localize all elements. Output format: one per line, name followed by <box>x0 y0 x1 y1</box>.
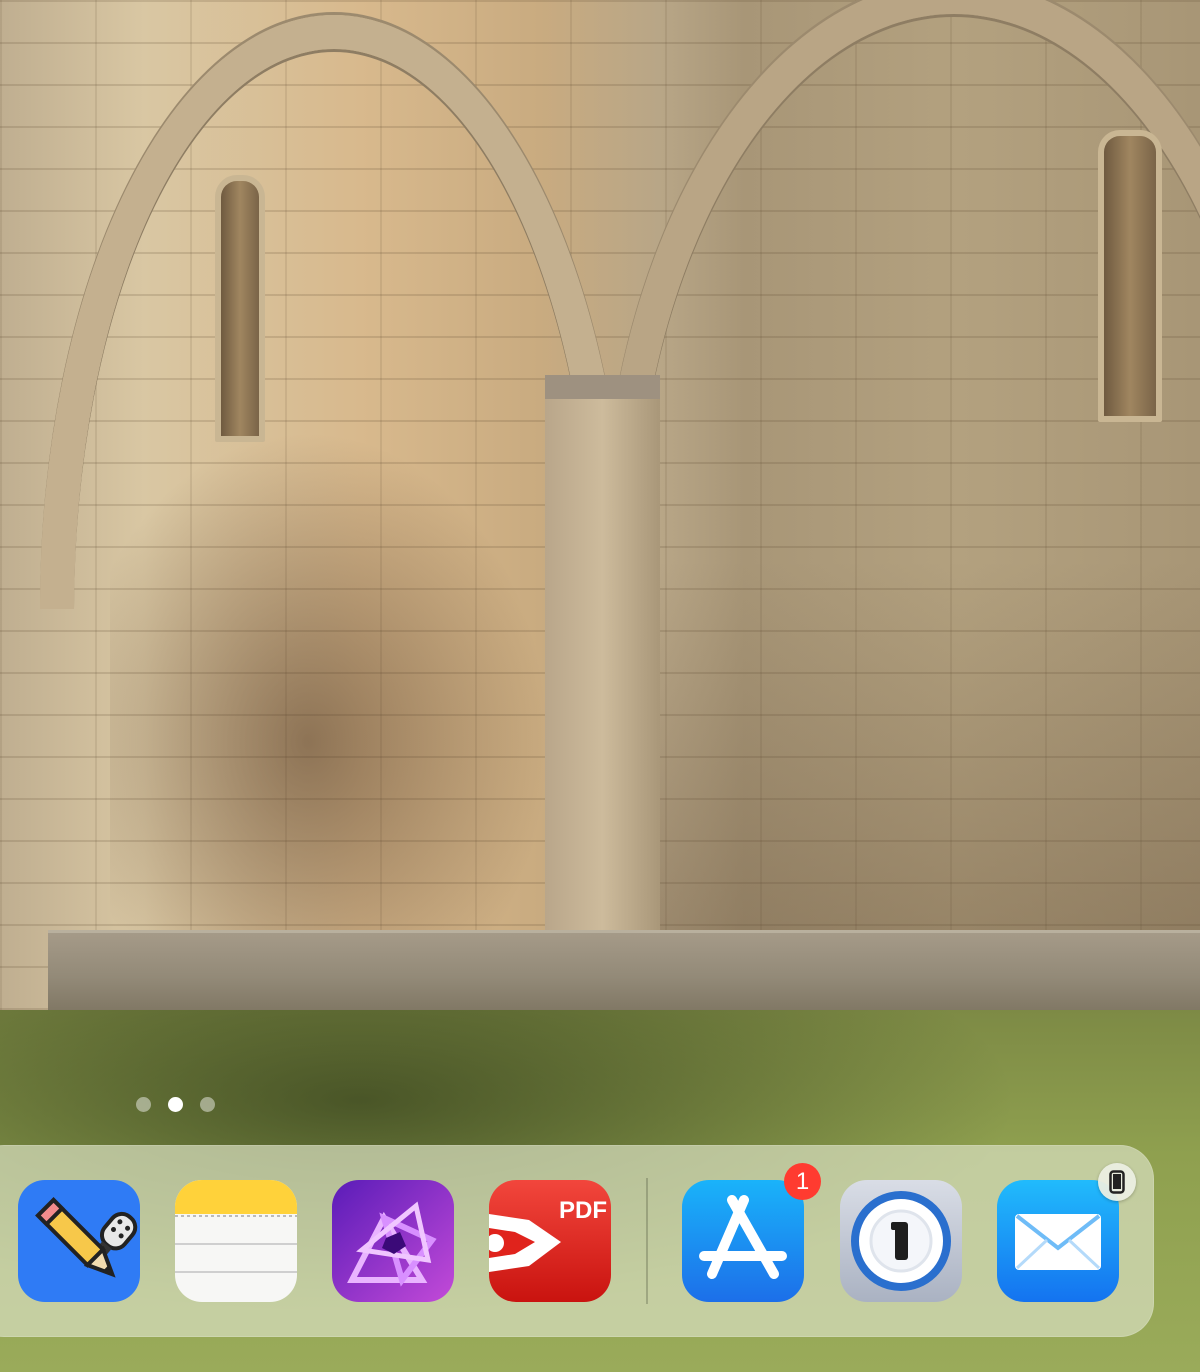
notability-icon <box>18 1180 140 1302</box>
app-store-icon <box>682 1180 804 1302</box>
page-dot-3[interactable] <box>200 1097 215 1112</box>
pdf-expert-label: PDF <box>559 1197 607 1224</box>
wallpaper-pilaster <box>545 375 660 935</box>
mail-app-icon[interactable] <box>997 1180 1119 1302</box>
pdf-expert-app-icon[interactable]: PDF <box>489 1180 611 1302</box>
notes-app-icon[interactable] <box>175 1180 297 1302</box>
notes-icon <box>175 1180 297 1302</box>
page-dot-2-active[interactable] <box>168 1097 183 1112</box>
wallpaper-window-right <box>1098 130 1162 422</box>
pdf-expert-icon: PDF <box>489 1180 611 1302</box>
page-indicator[interactable] <box>136 1097 215 1112</box>
iphone-icon <box>1109 1170 1125 1194</box>
dock-divider <box>646 1178 648 1304</box>
handoff-phone-badge[interactable] <box>1098 1163 1136 1201</box>
1password-app-icon[interactable] <box>840 1180 962 1302</box>
1password-icon <box>840 1180 962 1302</box>
mail-icon <box>997 1180 1119 1302</box>
page-dot-1[interactable] <box>136 1097 151 1112</box>
app-store-app-icon[interactable] <box>682 1180 804 1302</box>
affinity-photo-app-icon[interactable] <box>332 1180 454 1302</box>
app-store-notification-badge: 1 <box>784 1163 821 1200</box>
wallpaper-shadow-right <box>660 560 1200 980</box>
affinity-photo-icon <box>332 1180 454 1302</box>
wallpaper-shadow <box>110 430 550 950</box>
notability-app-icon[interactable] <box>18 1180 140 1302</box>
wallpaper-window-left <box>215 175 265 442</box>
